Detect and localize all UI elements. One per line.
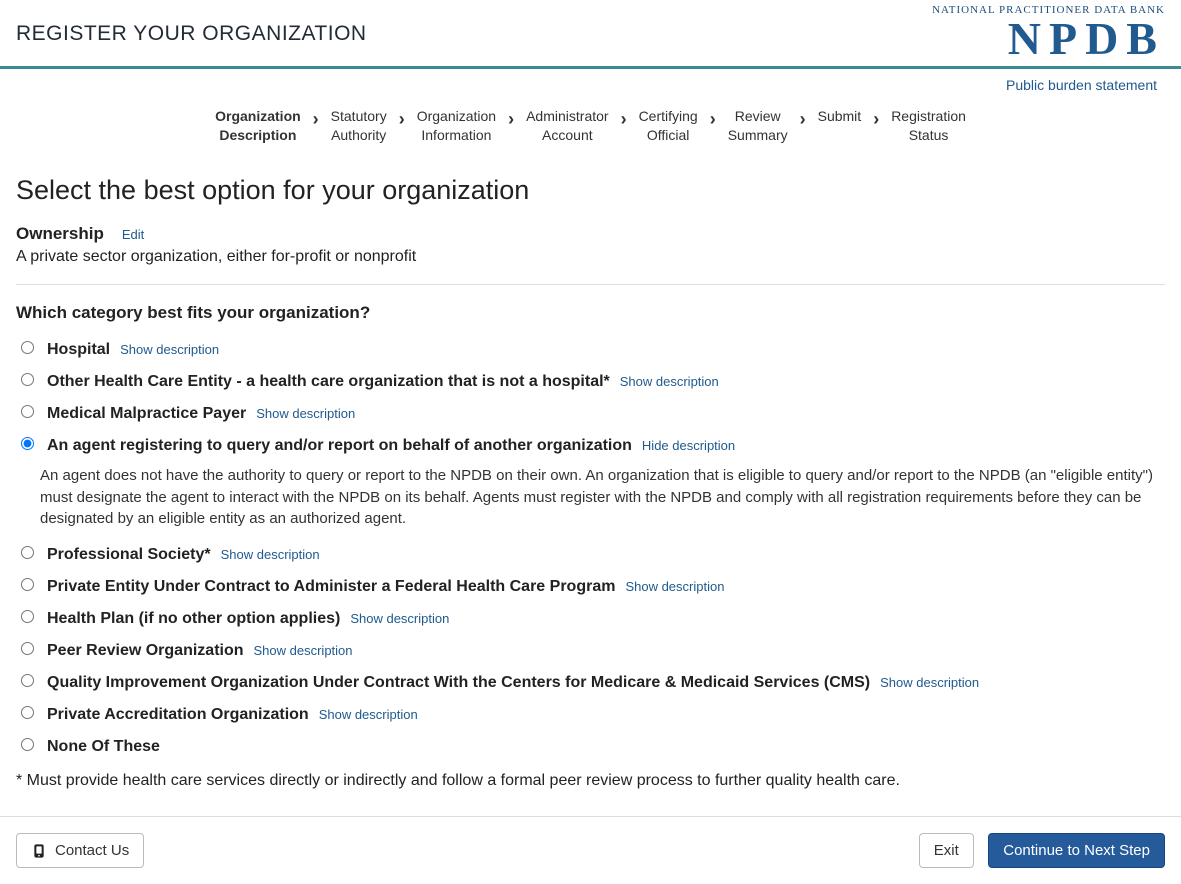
category-radio[interactable]	[21, 610, 34, 623]
category-radio[interactable]	[21, 405, 34, 418]
category-radio[interactable]	[21, 674, 34, 687]
chevron-right-icon: ›	[508, 107, 514, 130]
category-option-row: Quality Improvement Organization Under C…	[16, 670, 1165, 692]
category-question: Which category best fits your organizati…	[16, 303, 1165, 323]
wizard-step[interactable]: Registration Status	[885, 107, 972, 145]
category-radio[interactable]	[21, 642, 34, 655]
contact-us-label: Contact Us	[55, 842, 129, 859]
category-radio[interactable]	[21, 373, 34, 386]
chevron-right-icon: ›	[313, 107, 319, 130]
show-description-link[interactable]: Show description	[319, 707, 418, 722]
show-description-link[interactable]: Show description	[120, 342, 219, 357]
ownership-description: A private sector organization, either fo…	[16, 248, 1165, 266]
category-option-row: Health Plan (if no other option applies)…	[16, 606, 1165, 628]
category-option-row: Peer Review Organization Show description	[16, 638, 1165, 660]
show-description-link[interactable]: Show description	[256, 406, 355, 421]
show-description-link[interactable]: Show description	[221, 547, 320, 562]
edit-ownership-link[interactable]: Edit	[122, 227, 144, 242]
category-option-label[interactable]: Other Health Care Entity - a health care…	[47, 373, 610, 390]
logo-text: NPDB	[932, 16, 1165, 62]
ownership-label: Ownership	[16, 224, 104, 244]
wizard-step[interactable]: Administrator Account	[520, 107, 614, 145]
continue-button[interactable]: Continue to Next Step	[988, 833, 1165, 868]
category-radio[interactable]	[21, 437, 34, 450]
hide-description-link[interactable]: Hide description	[642, 438, 735, 453]
category-option-label[interactable]: An agent registering to query and/or rep…	[47, 437, 632, 454]
category-option-description: An agent does not have the authority to …	[40, 465, 1165, 530]
contact-us-button[interactable]: Contact Us	[16, 833, 144, 868]
category-radio[interactable]	[21, 738, 34, 751]
show-description-link[interactable]: Show description	[625, 579, 724, 594]
category-option-label[interactable]: Quality Improvement Organization Under C…	[47, 674, 870, 691]
category-option-label[interactable]: Health Plan (if no other option applies)	[47, 610, 340, 627]
category-options: Hospital Show description Other Health Car…	[16, 337, 1165, 756]
show-description-link[interactable]: Show description	[350, 611, 449, 626]
category-option-row: Private Entity Under Contract to Adminis…	[16, 574, 1165, 596]
category-option-label[interactable]: Hospital	[47, 341, 110, 358]
category-option-row: Professional Society* Show description	[16, 542, 1165, 564]
category-option-row: Other Health Care Entity - a health care…	[16, 369, 1165, 391]
chevron-right-icon: ›	[873, 107, 879, 130]
divider	[16, 284, 1165, 285]
wizard-step[interactable]: Submit	[812, 107, 868, 126]
category-option-label[interactable]: Professional Society*	[47, 546, 211, 563]
exit-button[interactable]: Exit	[919, 833, 974, 868]
show-description-link[interactable]: Show description	[254, 643, 353, 658]
category-option-row: An agent registering to query and/or rep…	[16, 433, 1165, 455]
wizard-step[interactable]: Review Summary	[722, 107, 794, 145]
category-option-label[interactable]: None Of These	[47, 738, 160, 755]
chevron-right-icon: ›	[399, 107, 405, 130]
logo: NATIONAL PRACTITIONER DATA BANK NPDB	[932, 4, 1165, 62]
category-radio[interactable]	[21, 706, 34, 719]
wizard-step[interactable]: Statutory Authority	[325, 107, 393, 145]
category-radio[interactable]	[21, 341, 34, 354]
chevron-right-icon: ›	[621, 107, 627, 130]
category-radio[interactable]	[21, 546, 34, 559]
category-option-row: Private Accreditation Organization Show d…	[16, 702, 1165, 724]
section-title: Select the best option for your organiza…	[16, 175, 1165, 206]
category-option-label[interactable]: Private Entity Under Contract to Adminis…	[47, 578, 615, 595]
wizard-step[interactable]: Organization Description	[209, 107, 307, 145]
wizard-step[interactable]: Certifying Official	[633, 107, 704, 145]
phone-icon	[31, 843, 47, 859]
show-description-link[interactable]: Show description	[620, 374, 719, 389]
category-option-row: Medical Malpractice Payer Show descriptio…	[16, 401, 1165, 423]
category-option-label[interactable]: Private Accreditation Organization	[47, 706, 309, 723]
page-title: REGISTER YOUR ORGANIZATION	[16, 22, 367, 46]
footnote: * Must provide health care services dire…	[16, 772, 1165, 790]
category-option-label[interactable]: Peer Review Organization	[47, 642, 244, 659]
public-burden-link[interactable]: Public burden statement	[1006, 77, 1157, 93]
category-option-row: Hospital Show description	[16, 337, 1165, 359]
chevron-right-icon: ›	[710, 107, 716, 130]
category-radio[interactable]	[21, 578, 34, 591]
category-option-row: None Of These	[16, 734, 1165, 756]
wizard-steps: Organization Description › Statutory Autho…	[0, 93, 1181, 175]
wizard-step[interactable]: Organization Information	[411, 107, 502, 145]
chevron-right-icon: ›	[800, 107, 806, 130]
category-option-label[interactable]: Medical Malpractice Payer	[47, 405, 246, 422]
show-description-link[interactable]: Show description	[880, 675, 979, 690]
